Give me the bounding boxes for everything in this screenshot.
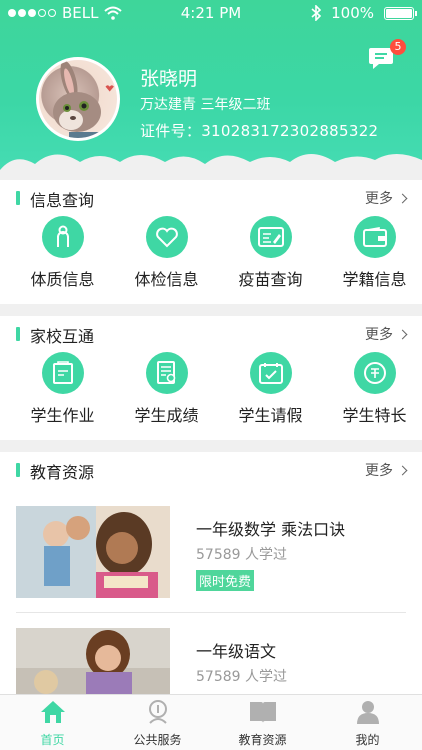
- grid-item-student-status[interactable]: 学籍信息: [322, 216, 422, 294]
- info-query-header: 信息查询 更多: [0, 180, 422, 216]
- tab-label: 教育资源: [238, 733, 287, 747]
- grid-item-label: 学生作业: [30, 406, 95, 425]
- chevron-right-icon: [397, 193, 408, 203]
- bluetooth-icon: [311, 5, 322, 21]
- tab-label: 我的: [355, 733, 380, 747]
- tab-education-resources[interactable]: 教育资源: [210, 699, 315, 749]
- resource-learner-count: 57589 人学过: [196, 547, 287, 563]
- section-title: 教育资源: [30, 463, 95, 482]
- wallet-icon: [353, 216, 396, 258]
- calendar-icon: [249, 352, 292, 394]
- grid-item-homework[interactable]: 学生作业: [10, 352, 115, 430]
- grid-item-specialty[interactable]: 学生特长: [322, 352, 422, 430]
- grid-item-label: 疫苗查询: [238, 270, 303, 289]
- grid-item-label: 学生请假: [238, 406, 303, 425]
- resource-title: 一年级语文: [196, 642, 277, 661]
- battery-percent: 100%: [331, 4, 374, 22]
- resource-item[interactable]: 一年级数学 乘法口诀 57589 人学过 限时免费: [16, 506, 406, 606]
- chevron-right-icon: [397, 465, 408, 475]
- status-bar: BELL 4:21 PM 100%: [0, 0, 422, 26]
- section-title: 家校互通: [30, 327, 95, 346]
- resource-thumbnail: [16, 506, 170, 598]
- book-icon: [249, 702, 276, 723]
- profile-school-class: 万达建青 三年级二班: [140, 97, 271, 113]
- messages-button[interactable]: 5: [368, 39, 406, 70]
- person-icon: [41, 216, 84, 258]
- tab-label: 公共服务: [133, 733, 182, 747]
- user-icon: [356, 701, 379, 724]
- grades-icon: [145, 352, 188, 394]
- education-resources-section: 教育资源 更多 一年级数学 乘法口诀 57589 人学过 限时免费 一年级语文 …: [0, 452, 422, 694]
- resource-title: 一年级数学 乘法口诀: [196, 520, 346, 539]
- avatar[interactable]: [36, 57, 120, 141]
- heart-icon: [145, 216, 188, 258]
- homework-icon: [41, 352, 84, 394]
- more-link[interactable]: 更多: [365, 188, 408, 208]
- chevron-right-icon: [397, 329, 408, 339]
- resource-item[interactable]: 一年级语文 57589 人学过: [16, 628, 406, 694]
- specialty-icon: [353, 352, 396, 394]
- free-badge: 限时免费: [196, 570, 255, 591]
- grid-item-grades[interactable]: 学生成绩: [114, 352, 219, 430]
- grid-item-label: 学生成绩: [134, 406, 199, 425]
- info-query-section: 信息查询 更多 体质信息 体检信息 疫苗查询 学籍信息: [0, 180, 422, 304]
- grid-item-vaccine-query[interactable]: 疫苗查询: [218, 216, 323, 294]
- grid-item-label: 学籍信息: [342, 270, 407, 289]
- tab-public-service[interactable]: 公共服务: [105, 699, 210, 749]
- bottom-tab-bar: 首页 公共服务 教育资源 我的: [0, 694, 422, 750]
- tab-me[interactable]: 我的: [315, 699, 420, 749]
- more-link[interactable]: 更多: [365, 324, 408, 344]
- vaccine-card-icon: [249, 216, 292, 258]
- cloud-decoration: [0, 154, 422, 170]
- resources-header: 教育资源 更多: [0, 452, 422, 488]
- resource-thumbnail: [16, 628, 170, 694]
- profile-id-number: 证件号：310283172302885322: [140, 122, 379, 140]
- message-count-badge: 5: [390, 39, 406, 55]
- grid-item-health-check[interactable]: 体检信息: [114, 216, 219, 294]
- divider: [16, 612, 406, 613]
- grid-item-label: 体质信息: [30, 270, 95, 289]
- grid-item-leave-request[interactable]: 学生请假: [218, 352, 323, 430]
- public-service-icon: [148, 700, 167, 724]
- tab-home[interactable]: 首页: [0, 699, 105, 749]
- grid-item-physical-info[interactable]: 体质信息: [10, 216, 115, 294]
- home-icon: [40, 701, 65, 723]
- grid-item-label: 体检信息: [134, 270, 199, 289]
- resource-learner-count: 57589 人学过: [196, 669, 287, 685]
- tab-label: 首页: [40, 733, 65, 747]
- home-school-header: 家校互通 更多: [0, 316, 422, 352]
- battery-icon: [384, 6, 417, 20]
- profile-header: BELL 4:21 PM 100% 张晓明 万达建青 三年级二班 证件号：310…: [0, 0, 422, 170]
- section-title: 信息查询: [30, 191, 95, 210]
- home-school-section: 家校互通 更多 学生作业 学生成绩 学生请假 学生特长: [0, 316, 422, 440]
- profile-name: 张晓明: [140, 68, 198, 90]
- grid-item-label: 学生特长: [342, 406, 407, 425]
- more-link[interactable]: 更多: [365, 460, 408, 480]
